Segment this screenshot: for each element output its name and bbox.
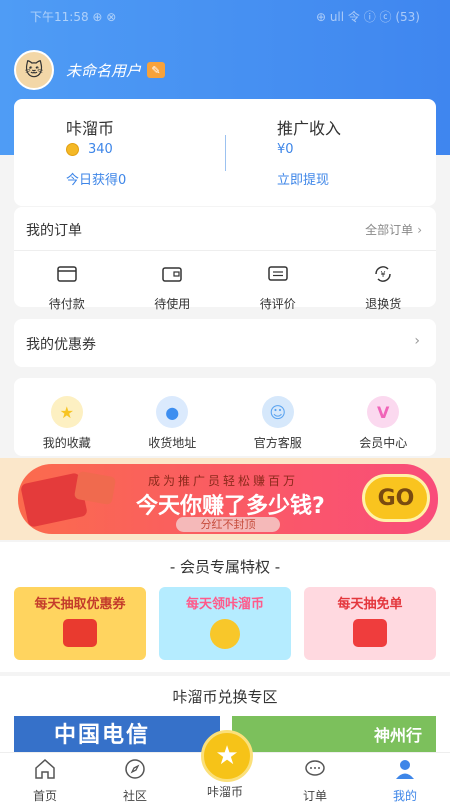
service-favorites[interactable]: ★ 我的收藏	[14, 396, 120, 456]
orders-title: 我的订单	[26, 223, 82, 239]
order-status-row: 待付款 待使用 待评价 ¥ 退换货	[14, 263, 436, 323]
tile-label: 每天领咔溜币	[185, 597, 264, 612]
coin-title: 咔溜币	[66, 119, 115, 138]
status-time: 下午11:58 ⊕ ⊗	[30, 10, 117, 24]
service-label: 我的收藏	[42, 436, 91, 450]
coupons-title: 我的优惠券	[26, 337, 96, 353]
go-button[interactable]: GO	[362, 474, 430, 522]
star-icon: ★	[50, 396, 83, 428]
red-envelope-icon	[63, 619, 97, 647]
order-pending-review[interactable]: 待评价	[225, 263, 331, 323]
order-refund[interactable]: ¥ 退换货	[331, 263, 437, 323]
status-bar: 下午11:58 ⊕ ⊗ ⊕ ull 令 ⓘ ⓒ (53)	[0, 6, 450, 26]
vip-title: - 会员专属特权 -	[169, 558, 281, 576]
card-icon	[162, 267, 182, 282]
tab-label: 首页	[32, 789, 57, 803]
orders-card: 我的订单 全部订单 › 待付款 待使用 待评价 ¥ 退换货	[14, 207, 436, 311]
promo-value: ¥0	[277, 142, 294, 157]
exchange-title: 咔溜币兑换专区	[172, 688, 278, 706]
coupons-row[interactable]: 我的优惠券 ›	[14, 319, 436, 367]
promo-banner[interactable]: 成为推广员轻松赚百万 今天你赚了多少钱? 分红不封顶 GO	[0, 458, 450, 540]
service-label: 官方客服	[253, 436, 302, 450]
orders-header: 我的订单 全部订单 ›	[14, 207, 436, 251]
all-orders-link[interactable]: 全部订单 ›	[365, 221, 422, 238]
services-row: ★ 我的收藏 ● 收货地址 ☺ 官方客服 V 会员中心	[14, 396, 436, 456]
tab-label: 咔溜币	[206, 785, 243, 799]
tab-community[interactable]: 社区	[90, 753, 180, 803]
wallet-icon	[57, 266, 77, 282]
promo-income[interactable]: 推广收入 ¥0 立即提现	[225, 99, 435, 206]
banner-headline: 今天你赚了多少钱?	[136, 494, 325, 519]
person-icon	[396, 760, 414, 779]
tile-label: 每天抽免单	[337, 597, 403, 612]
order-item-label: 待付款	[48, 297, 85, 311]
order-item-label: 待使用	[154, 297, 191, 311]
gift-box-icon	[353, 619, 387, 647]
user-info[interactable]: 🐱 未命名用户 ✎	[14, 50, 166, 90]
service-vip-center[interactable]: V 会员中心	[331, 396, 437, 456]
order-item-label: 退换货	[365, 297, 402, 311]
vip-tile-free-order[interactable]: 每天抽免单	[304, 587, 436, 660]
tile-label: 每天抽取优惠券	[34, 597, 126, 612]
tab-mine[interactable]: 我的	[360, 753, 450, 803]
exchange-item-telecom[interactable]: 中国电信	[14, 716, 220, 756]
today-earned[interactable]: 今日获得0	[66, 169, 126, 188]
service-customer-support[interactable]: ☺ 官方客服	[225, 396, 331, 456]
coin-value: 340	[88, 142, 113, 157]
tab-label: 订单	[302, 789, 327, 803]
avatar[interactable]: 🐱	[14, 50, 54, 90]
customer-service-icon: ☺	[261, 396, 294, 428]
vip-icon: V	[367, 396, 400, 428]
all-orders-label: 全部订单	[365, 223, 414, 237]
vip-tiles: 每天抽取优惠券 每天领咔溜币 每天抽免单	[14, 587, 436, 660]
coin-icon	[210, 619, 240, 649]
tab-orders[interactable]: 订单	[270, 753, 360, 803]
user-name: 未命名用户	[66, 61, 142, 80]
location-pin-icon: ●	[156, 396, 189, 428]
tab-label: 社区	[122, 789, 147, 803]
tab-label: 我的	[392, 789, 417, 803]
service-label: 会员中心	[359, 436, 408, 450]
refund-icon: ¥	[375, 266, 392, 282]
star-coin-icon[interactable]: ★	[201, 730, 253, 782]
order-pending-payment[interactable]: 待付款	[14, 263, 120, 323]
home-icon	[35, 758, 55, 779]
edit-icon[interactable]: ✎	[147, 62, 166, 78]
banner-subtitle: 成为推广员轻松赚百万	[148, 474, 299, 488]
banner-pill: 分红不封顶	[176, 517, 280, 532]
comment-icon	[268, 266, 288, 281]
promo-title: 推广收入	[277, 119, 342, 138]
svg-text:¥: ¥	[381, 270, 386, 279]
vip-tile-coupon[interactable]: 每天抽取优惠券	[14, 587, 146, 660]
chevron-right-icon: ›	[414, 333, 420, 349]
coin-icon	[66, 143, 79, 156]
order-pending-use[interactable]: 待使用	[120, 263, 226, 323]
service-address[interactable]: ● 收货地址	[120, 396, 226, 456]
withdraw-link[interactable]: 立即提现	[277, 169, 329, 188]
compass-icon	[125, 759, 145, 779]
exchange-item-shenzhouxing[interactable]: 神州行	[232, 716, 436, 756]
coin-value-row: 340	[66, 142, 113, 157]
wallet-card: 咔溜币 340 今日获得0 推广收入 ¥0 立即提现	[14, 99, 436, 206]
tab-home[interactable]: 首页	[0, 753, 90, 803]
chat-bubble-icon	[305, 760, 325, 776]
status-icons: ⊕ ull 令 ⓘ ⓒ (53)	[315, 10, 420, 24]
services-card: ★ 我的收藏 ● 收货地址 ☺ 官方客服 V 会员中心	[14, 378, 436, 456]
service-label: 收货地址	[148, 436, 197, 450]
order-item-label: 待评价	[259, 297, 296, 311]
vip-section: - 会员专属特权 - 每天抽取优惠券 每天领咔溜币 每天抽免单	[0, 542, 450, 672]
coin-balance[interactable]: 咔溜币 340 今日获得0	[14, 99, 224, 206]
chevron-right-icon: ›	[417, 223, 422, 237]
banner-body: 成为推广员轻松赚百万 今天你赚了多少钱? 分红不封顶 GO	[18, 464, 438, 534]
vip-tile-coins[interactable]: 每天领咔溜币	[159, 587, 291, 660]
